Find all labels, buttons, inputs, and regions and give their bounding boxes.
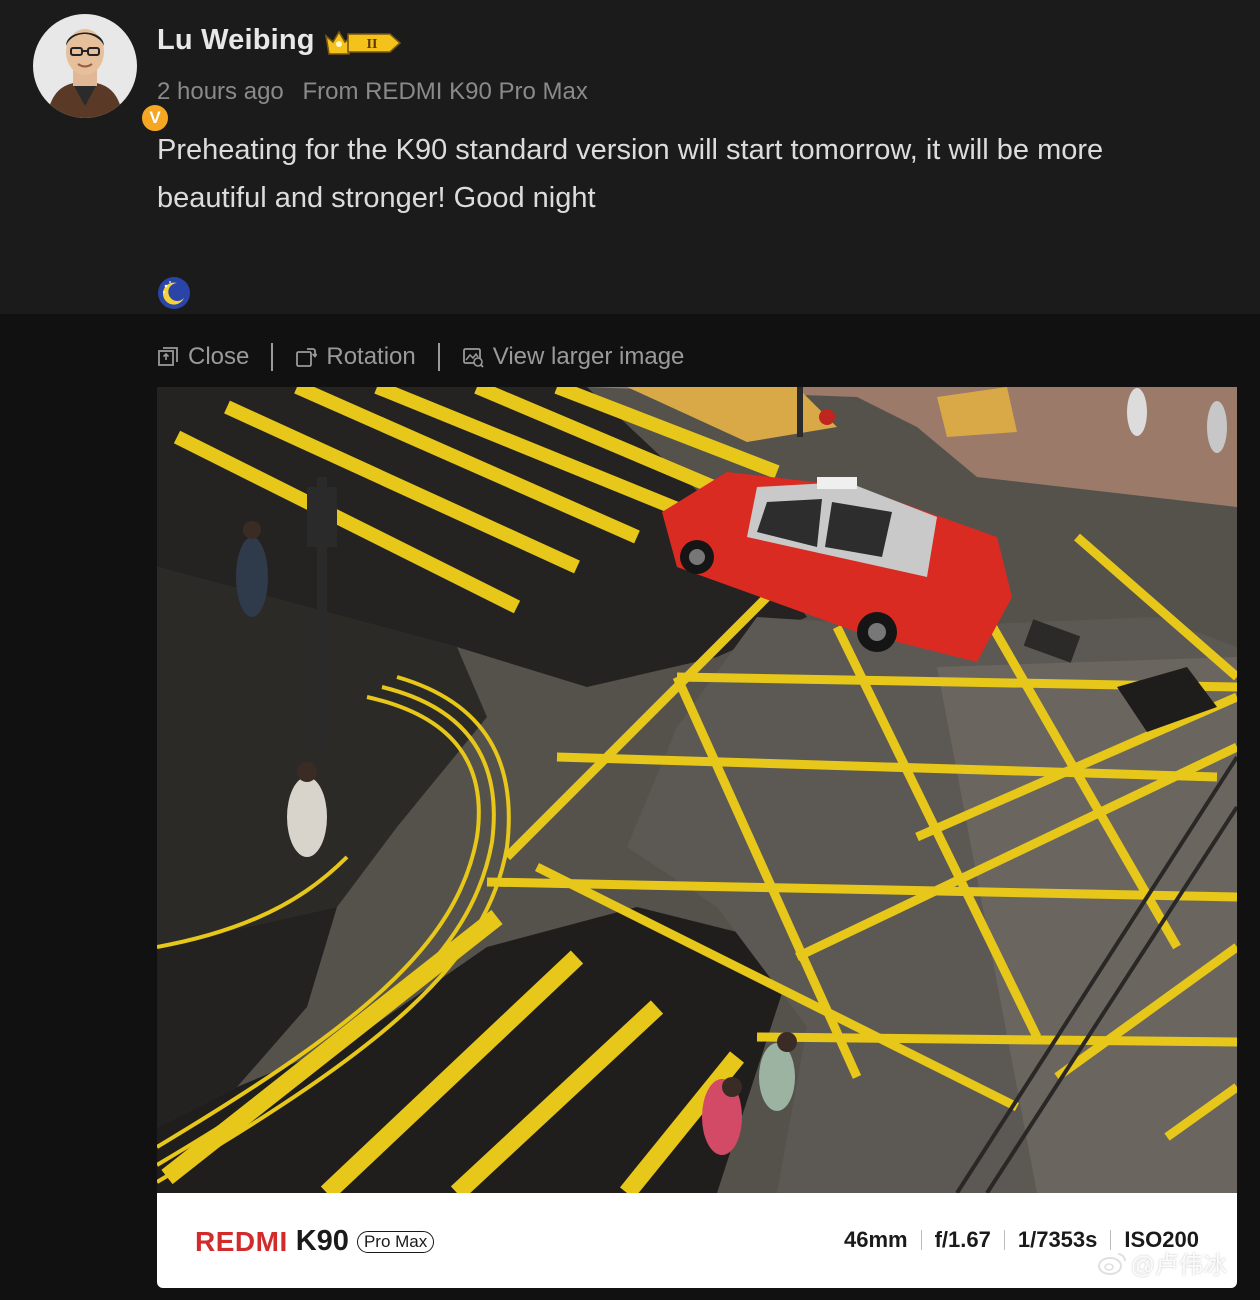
spec-divider — [920, 1230, 922, 1250]
rotate-icon — [296, 348, 318, 367]
brand-name: REDMI — [195, 1225, 288, 1257]
rotation-button[interactable]: Rotation — [295, 343, 416, 371]
focal-length: 46mm — [844, 1227, 908, 1252]
close-button[interactable]: Close — [157, 343, 249, 371]
collapse-icon — [158, 347, 178, 366]
watermark-handle: @卢伟冰 — [1130, 1252, 1227, 1279]
moon-emoji-icon — [158, 277, 190, 309]
shutter-speed: 1/7353s — [1017, 1227, 1098, 1252]
model-name: K90 — [295, 1225, 349, 1257]
avatar-image — [33, 14, 137, 118]
aperture: f/1.67 — [934, 1227, 991, 1252]
post-header-section: V Lu Weibing II 2 hours ago From REDMI K… — [0, 0, 1260, 314]
avatar[interactable]: V — [33, 14, 171, 134]
enlarge-image-icon — [462, 348, 484, 368]
media-toolbar: Close Rotation View larger image — [157, 340, 684, 374]
author-name[interactable]: Lu Weibing — [157, 24, 315, 57]
post-photo[interactable] — [157, 387, 1237, 1193]
view-larger-label: View larger image — [492, 343, 685, 370]
model-variant: Pro Max — [356, 1230, 435, 1253]
vip-crown-badge-icon[interactable]: II — [324, 27, 402, 59]
street-intersection-photo — [157, 387, 1237, 1193]
vip-level-label: II — [367, 37, 378, 52]
post-meta: 2 hours ago From REDMI K90 Pro Max — [157, 78, 588, 106]
close-label: Close — [188, 343, 250, 370]
view-larger-button[interactable]: View larger image — [462, 343, 685, 371]
post-time[interactable]: 2 hours ago — [157, 78, 284, 105]
photo-info-bar: REDMI K90 Pro Max 46mm f/1.67 1/7353s IS… — [157, 1193, 1237, 1288]
spec-divider — [1003, 1230, 1005, 1250]
weibo-watermark: @卢伟冰 — [1097, 1245, 1227, 1280]
post-text: Preheating for the K90 standard version … — [157, 134, 1104, 214]
weibo-logo-icon — [1097, 1252, 1126, 1275]
rotation-label: Rotation — [326, 343, 416, 370]
device-brand: REDMI K90 Pro Max — [195, 1225, 435, 1258]
toolbar-divider — [271, 343, 274, 371]
toolbar-divider — [437, 343, 440, 371]
post-source: From REDMI K90 Pro Max — [302, 78, 588, 105]
